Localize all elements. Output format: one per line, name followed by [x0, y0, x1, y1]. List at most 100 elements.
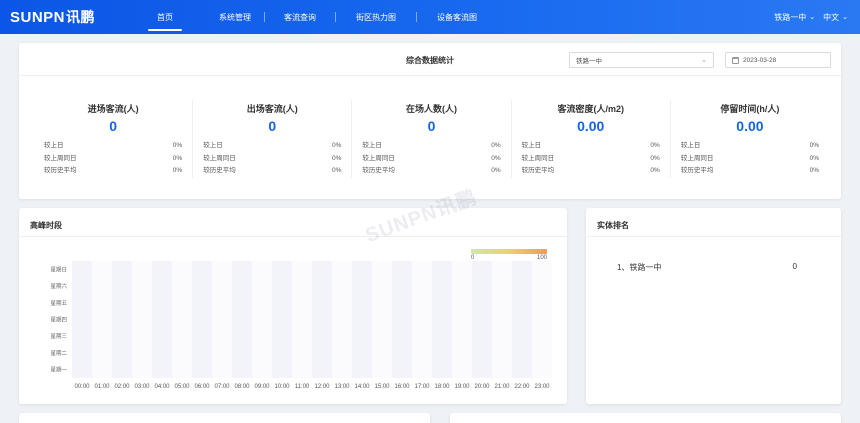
heatmap-cell[interactable]	[212, 277, 232, 295]
heatmap-cell[interactable]	[272, 261, 292, 278]
heatmap-cell[interactable]	[252, 294, 272, 312]
heatmap-cell[interactable]	[72, 294, 92, 312]
store-select[interactable]: 铁路一中 ⌄	[569, 52, 714, 68]
date-picker[interactable]: 2023-03-28	[725, 52, 831, 68]
heatmap-cell[interactable]	[412, 327, 432, 345]
heatmap-cell[interactable]	[152, 344, 172, 362]
heatmap-cell[interactable]	[372, 277, 392, 295]
heatmap-cell[interactable]	[112, 344, 132, 362]
heatmap-cell[interactable]	[492, 327, 512, 345]
heatmap-cell[interactable]	[112, 311, 132, 328]
heatmap-cell[interactable]	[372, 261, 392, 278]
heatmap-cell[interactable]	[512, 361, 532, 378]
heatmap-cell[interactable]	[512, 294, 532, 312]
heatmap-cell[interactable]	[272, 311, 292, 328]
heatmap-cell[interactable]	[232, 327, 252, 345]
heatmap-cell[interactable]	[292, 361, 312, 378]
heatmap-cell[interactable]	[272, 277, 292, 295]
heatmap-cell[interactable]	[532, 294, 552, 312]
heatmap-cell[interactable]	[172, 294, 192, 312]
heatmap-cell[interactable]	[192, 311, 212, 328]
heatmap-cell[interactable]	[132, 344, 152, 362]
heatmap-cell[interactable]	[352, 261, 372, 278]
heatmap-cell[interactable]	[272, 361, 292, 378]
heatmap-cell[interactable]	[432, 294, 452, 312]
visual-map-scale[interactable]: 0 100	[471, 249, 547, 263]
heatmap-cell[interactable]	[412, 361, 432, 378]
heatmap-cell[interactable]	[132, 294, 152, 312]
heatmap-cell[interactable]	[172, 327, 192, 345]
heatmap-cell[interactable]	[412, 277, 432, 295]
heatmap-cell[interactable]	[292, 344, 312, 362]
heatmap-cell[interactable]	[512, 327, 532, 345]
heatmap-cell[interactable]	[352, 327, 372, 345]
heatmap-cell[interactable]	[492, 277, 512, 295]
nav-home[interactable]: 首页	[140, 0, 190, 34]
heatmap-cell[interactable]	[452, 294, 472, 312]
heatmap-cell[interactable]	[212, 361, 232, 378]
heatmap-cell[interactable]	[252, 344, 272, 362]
heatmap-cell[interactable]	[252, 311, 272, 328]
heatmap-cell[interactable]	[492, 294, 512, 312]
heatmap-cell[interactable]	[192, 361, 212, 378]
heatmap-cell[interactable]	[372, 294, 392, 312]
heatmap-cell[interactable]	[152, 294, 172, 312]
heatmap-cell[interactable]	[152, 277, 172, 295]
heatmap-cell[interactable]	[272, 327, 292, 345]
heatmap-cell[interactable]	[312, 277, 332, 295]
heatmap-cell[interactable]	[392, 327, 412, 345]
heatmap-cell[interactable]	[532, 261, 552, 278]
heatmap-cell[interactable]	[292, 311, 312, 328]
heatmap-cell[interactable]	[432, 261, 452, 278]
heatmap-cell[interactable]	[472, 311, 492, 328]
heatmap-cell[interactable]	[292, 277, 312, 295]
heatmap-cell[interactable]	[292, 261, 312, 278]
heatmap-cell[interactable]	[532, 311, 552, 328]
heatmap-cell[interactable]	[92, 261, 112, 278]
heatmap-cell[interactable]	[352, 294, 372, 312]
heatmap-cell[interactable]	[92, 361, 112, 378]
heatmap-cell[interactable]	[352, 361, 372, 378]
heatmap-cell[interactable]	[312, 311, 332, 328]
heatmap-cell[interactable]	[152, 327, 172, 345]
heatmap-cell[interactable]	[492, 261, 512, 278]
heatmap-cell[interactable]	[312, 294, 332, 312]
heatmap-cell[interactable]	[332, 344, 352, 362]
heatmap-cell[interactable]	[132, 311, 152, 328]
heatmap-cell[interactable]	[412, 344, 432, 362]
heatmap-cell[interactable]	[472, 277, 492, 295]
heatmap-cell[interactable]	[392, 361, 412, 378]
heatmap-cell[interactable]	[172, 361, 192, 378]
heatmap-cell[interactable]	[232, 344, 252, 362]
heatmap-cell[interactable]	[152, 261, 172, 278]
heatmap-cell[interactable]	[292, 294, 312, 312]
heatmap-cell[interactable]	[192, 294, 212, 312]
heatmap-cell[interactable]	[432, 311, 452, 328]
heatmap-cell[interactable]	[452, 277, 472, 295]
heatmap-cell[interactable]	[312, 261, 332, 278]
heatmap-cell[interactable]	[492, 311, 512, 328]
heatmap-cell[interactable]	[492, 361, 512, 378]
nav-system[interactable]: 系统管理	[206, 0, 264, 34]
heatmap-cell[interactable]	[212, 327, 232, 345]
heatmap-cell[interactable]	[312, 361, 332, 378]
heatmap-cell[interactable]	[232, 261, 252, 278]
nav-device-traffic[interactable]: 设备客流图	[417, 0, 497, 34]
heatmap-cell[interactable]	[392, 261, 412, 278]
heatmap-cell[interactable]	[372, 344, 392, 362]
heatmap-cell[interactable]	[172, 311, 192, 328]
heatmap-cell[interactable]	[72, 344, 92, 362]
heatmap-cell[interactable]	[72, 361, 92, 378]
heatmap-cell[interactable]	[332, 261, 352, 278]
heatmap-cell[interactable]	[452, 361, 472, 378]
heatmap-cell[interactable]	[112, 277, 132, 295]
nav-heatmap[interactable]: 街区热力图	[336, 0, 416, 34]
heatmap-cell[interactable]	[112, 361, 132, 378]
heatmap-cell[interactable]	[512, 311, 532, 328]
heatmap-cell[interactable]	[232, 294, 252, 312]
heatmap-cell[interactable]	[192, 327, 212, 345]
heatmap-cell[interactable]	[112, 327, 132, 345]
heatmap-cell[interactable]	[112, 294, 132, 312]
heatmap-cell[interactable]	[192, 277, 212, 295]
heatmap-cell[interactable]	[332, 327, 352, 345]
